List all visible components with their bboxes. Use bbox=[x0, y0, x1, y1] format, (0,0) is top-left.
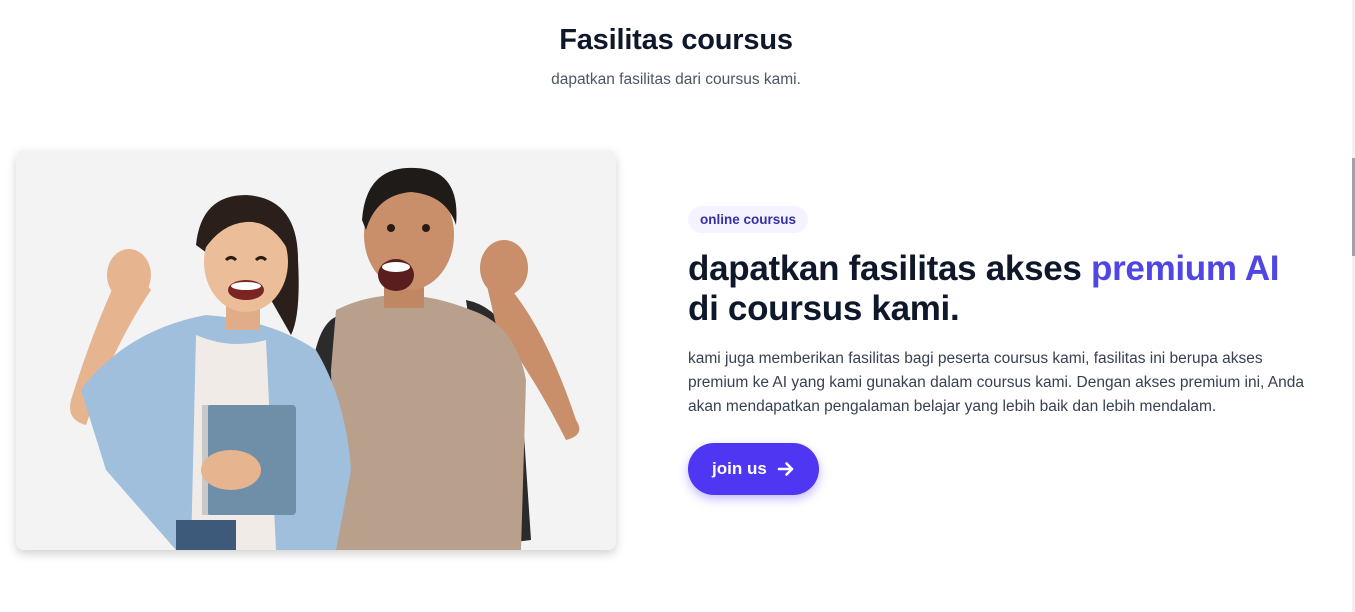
feature-headline: dapatkan fasilitas akses premium AI di co… bbox=[688, 249, 1328, 329]
students-illustration bbox=[16, 150, 616, 550]
headline-accent: premium AI bbox=[1091, 249, 1280, 288]
section-header: Fasilitas coursus dapatkan fasilitas dar… bbox=[0, 24, 1352, 89]
join-us-label: join us bbox=[712, 459, 767, 478]
page: Fasilitas coursus dapatkan fasilitas dar… bbox=[0, 0, 1355, 612]
arrow-right-icon bbox=[777, 462, 794, 476]
section-title: Fasilitas coursus bbox=[559, 24, 793, 56]
students-photo bbox=[16, 150, 616, 550]
feature-description: kami juga memberikan fasilitas bagi pese… bbox=[688, 350, 1304, 415]
join-us-button[interactable]: join us bbox=[688, 443, 819, 495]
feature-content: online coursus dapatkan fasilitas akses … bbox=[688, 206, 1328, 495]
category-badge: online coursus bbox=[688, 206, 809, 233]
headline-text-end: di coursus kami. bbox=[688, 289, 960, 328]
headline-text: dapatkan fasilitas akses bbox=[688, 249, 1091, 288]
section-subtitle: dapatkan fasilitas dari coursus kami. bbox=[551, 71, 801, 88]
